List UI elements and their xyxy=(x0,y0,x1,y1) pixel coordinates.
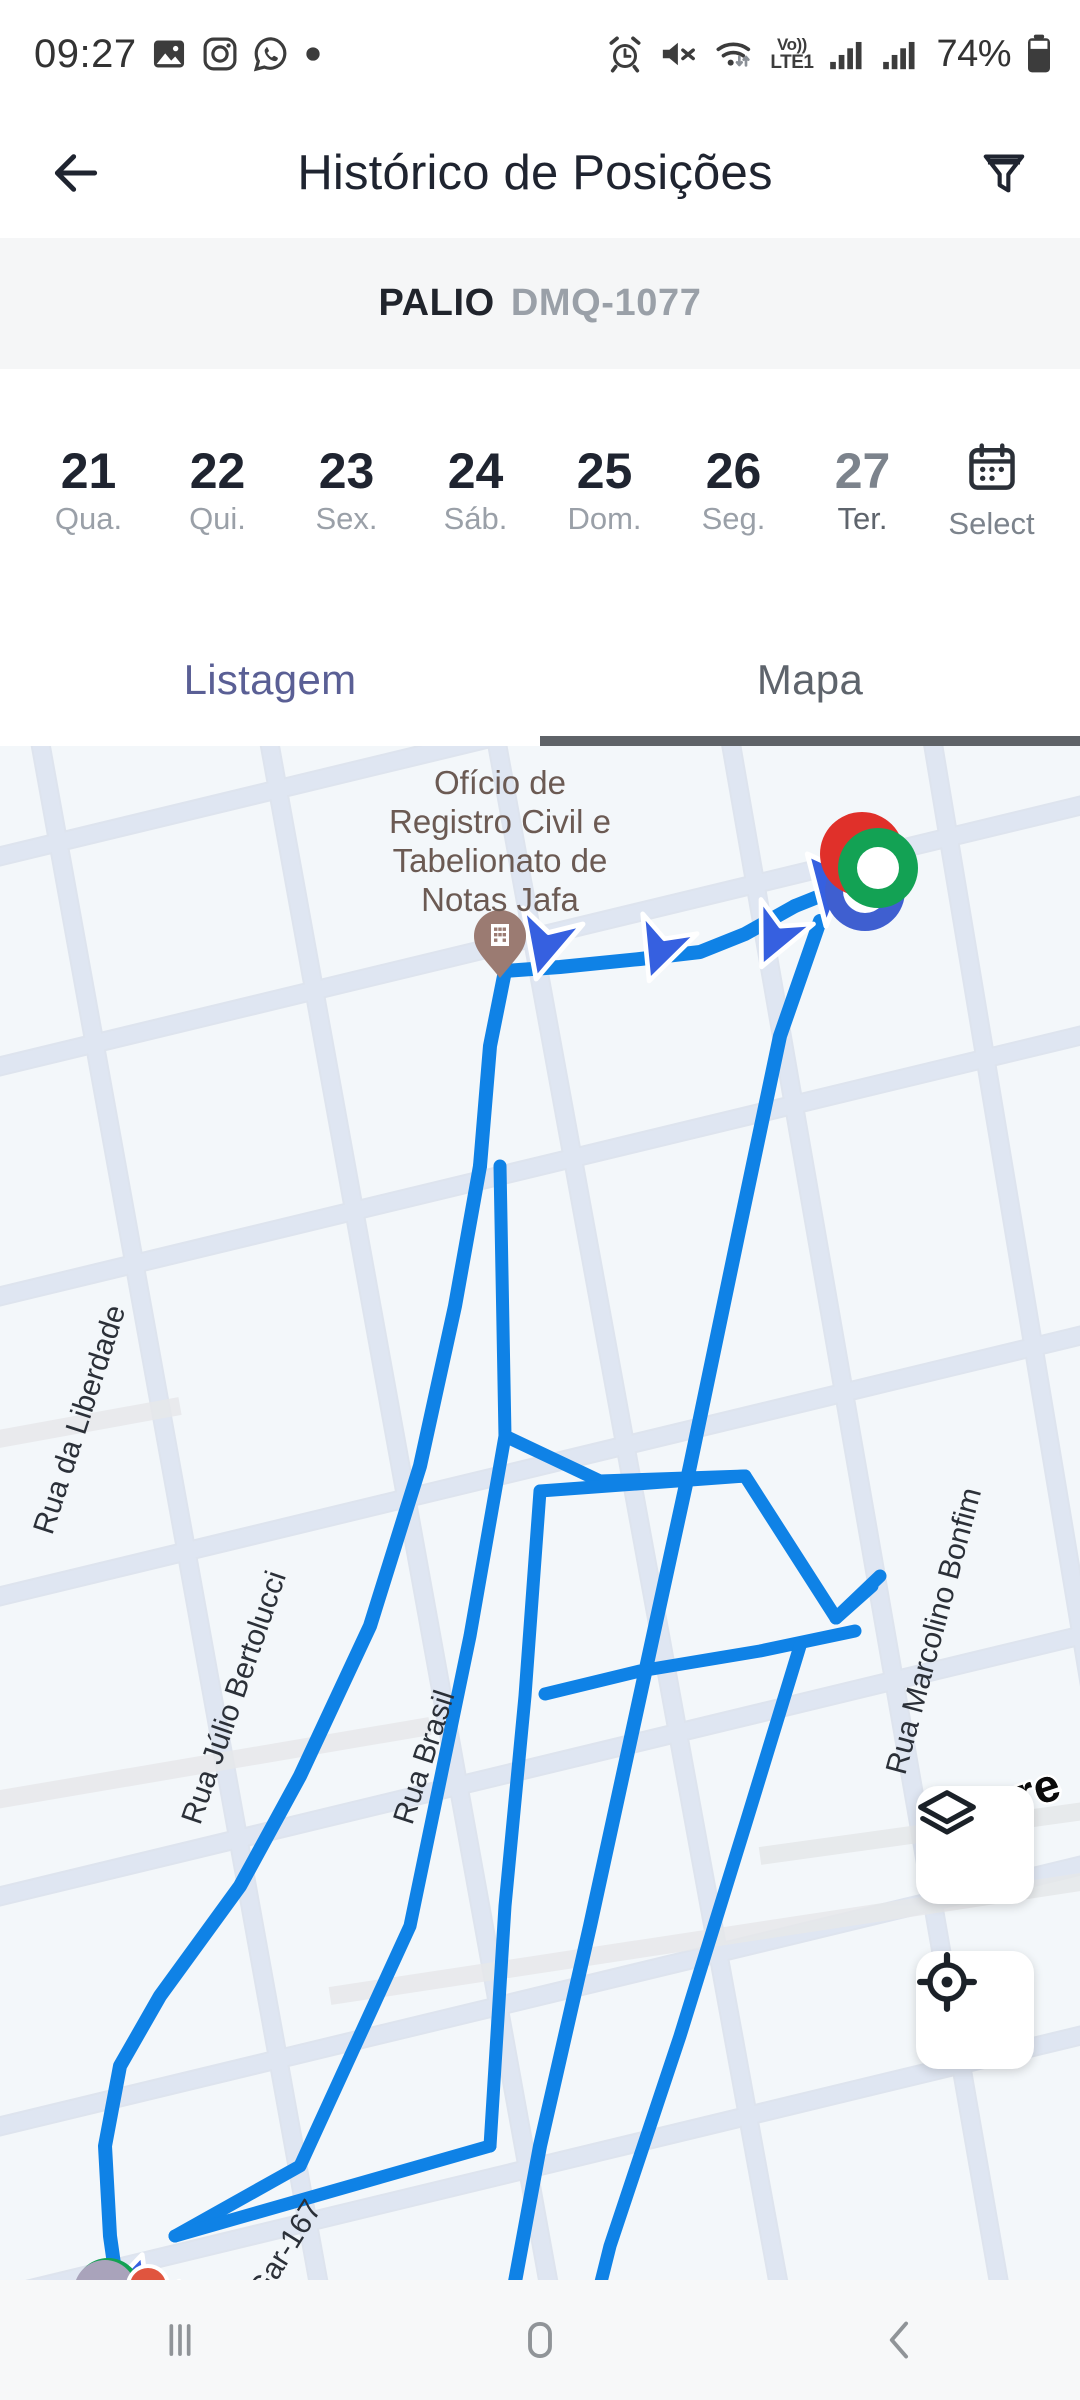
tab-indicator xyxy=(540,736,1080,746)
vehicle-plate: DMQ-1077 xyxy=(510,282,702,324)
date-number: 25 xyxy=(576,442,633,499)
date-item-27-selected[interactable]: 27 Ter. xyxy=(798,446,927,536)
poi-label: Ofício de Registro Civil e Tabelionato d… xyxy=(300,764,700,920)
photos-icon xyxy=(150,35,188,73)
mute-icon xyxy=(658,34,700,74)
date-weekday: Dom. xyxy=(567,500,642,536)
date-number: 21 xyxy=(60,442,117,499)
battery-icon xyxy=(1024,32,1054,76)
date-item-21[interactable]: 21 Qua. xyxy=(24,446,153,536)
android-nav-bar xyxy=(0,2280,1080,2400)
poi-label-line: Ofício de xyxy=(433,764,567,801)
date-number: 22 xyxy=(189,442,246,499)
status-bar-right: Vo)) LTE1 74% xyxy=(605,32,1054,76)
date-number: 24 xyxy=(447,442,504,499)
poi-label-line: Tabelionato de xyxy=(392,841,608,879)
poi-label-line: Registro Civil e xyxy=(389,802,611,840)
calendar-icon xyxy=(964,440,1020,501)
date-number: 27 xyxy=(834,442,891,499)
date-number: 26 xyxy=(705,442,762,499)
status-time: 09:27 xyxy=(34,31,137,76)
tab-bar: Listagem Mapa xyxy=(0,613,1080,746)
nav-back-icon[interactable] xyxy=(830,2280,970,2400)
tab-listagem[interactable]: Listagem xyxy=(0,613,540,746)
wifi-icon xyxy=(713,34,757,74)
vehicle-header: PALIO DMQ-1077 xyxy=(0,238,1080,369)
status-bar: 09:27 Vo)) LTE1 74% xyxy=(0,0,1080,108)
phone-screen: 09:27 Vo)) LTE1 74% Histórico de Posiçõe… xyxy=(0,0,1080,2400)
date-weekday: Qui. xyxy=(189,500,246,536)
date-item-26[interactable]: 26 Seg. xyxy=(669,446,798,536)
filter-icon[interactable] xyxy=(968,137,1040,209)
date-weekday: Sex. xyxy=(315,500,378,536)
date-weekday: Seg. xyxy=(701,500,766,536)
battery-percent: 74% xyxy=(936,32,1011,75)
poi-label-line: Notas Jafa xyxy=(421,880,579,918)
layers-button[interactable] xyxy=(916,1786,1034,1904)
dot-icon xyxy=(303,35,323,73)
app-bar: Histórico de Posições xyxy=(0,108,1080,238)
date-weekday: Sáb. xyxy=(443,500,508,536)
signal-bars-icon xyxy=(879,35,919,73)
date-select-button[interactable]: Select xyxy=(927,440,1056,541)
date-select-label: Select xyxy=(948,506,1035,542)
date-item-25[interactable]: 25 Dom. xyxy=(540,446,669,536)
date-weekday: Qua. xyxy=(54,500,123,536)
date-strip: 21 Qua. 22 Qui. 23 Sex. 24 Sáb. 25 Dom. … xyxy=(0,369,1080,613)
whatsapp-icon xyxy=(252,35,290,73)
alarm-icon xyxy=(605,34,645,74)
recents-icon[interactable] xyxy=(110,2280,250,2400)
date-number: 23 xyxy=(318,442,375,499)
locate-button[interactable] xyxy=(916,1951,1034,2069)
vehicle-name: PALIO xyxy=(378,282,495,324)
signal-bars-icon xyxy=(826,35,866,73)
volte-indicator: Vo)) LTE1 xyxy=(770,35,814,73)
date-weekday: Ter. xyxy=(837,500,888,536)
map-view[interactable]: .road-minor { stroke:#dfe6f2; stroke-wid… xyxy=(0,746,1080,2280)
date-item-23[interactable]: 23 Sex. xyxy=(282,446,411,536)
date-item-22[interactable]: 22 Qui. xyxy=(153,446,282,536)
date-item-24[interactable]: 24 Sáb. xyxy=(411,446,540,536)
tab-mapa[interactable]: Mapa xyxy=(540,613,1080,746)
home-icon[interactable] xyxy=(470,2280,610,2400)
status-bar-left: 09:27 xyxy=(34,32,605,77)
page-title: Histórico de Posições xyxy=(297,146,773,200)
instagram-icon xyxy=(201,35,239,73)
